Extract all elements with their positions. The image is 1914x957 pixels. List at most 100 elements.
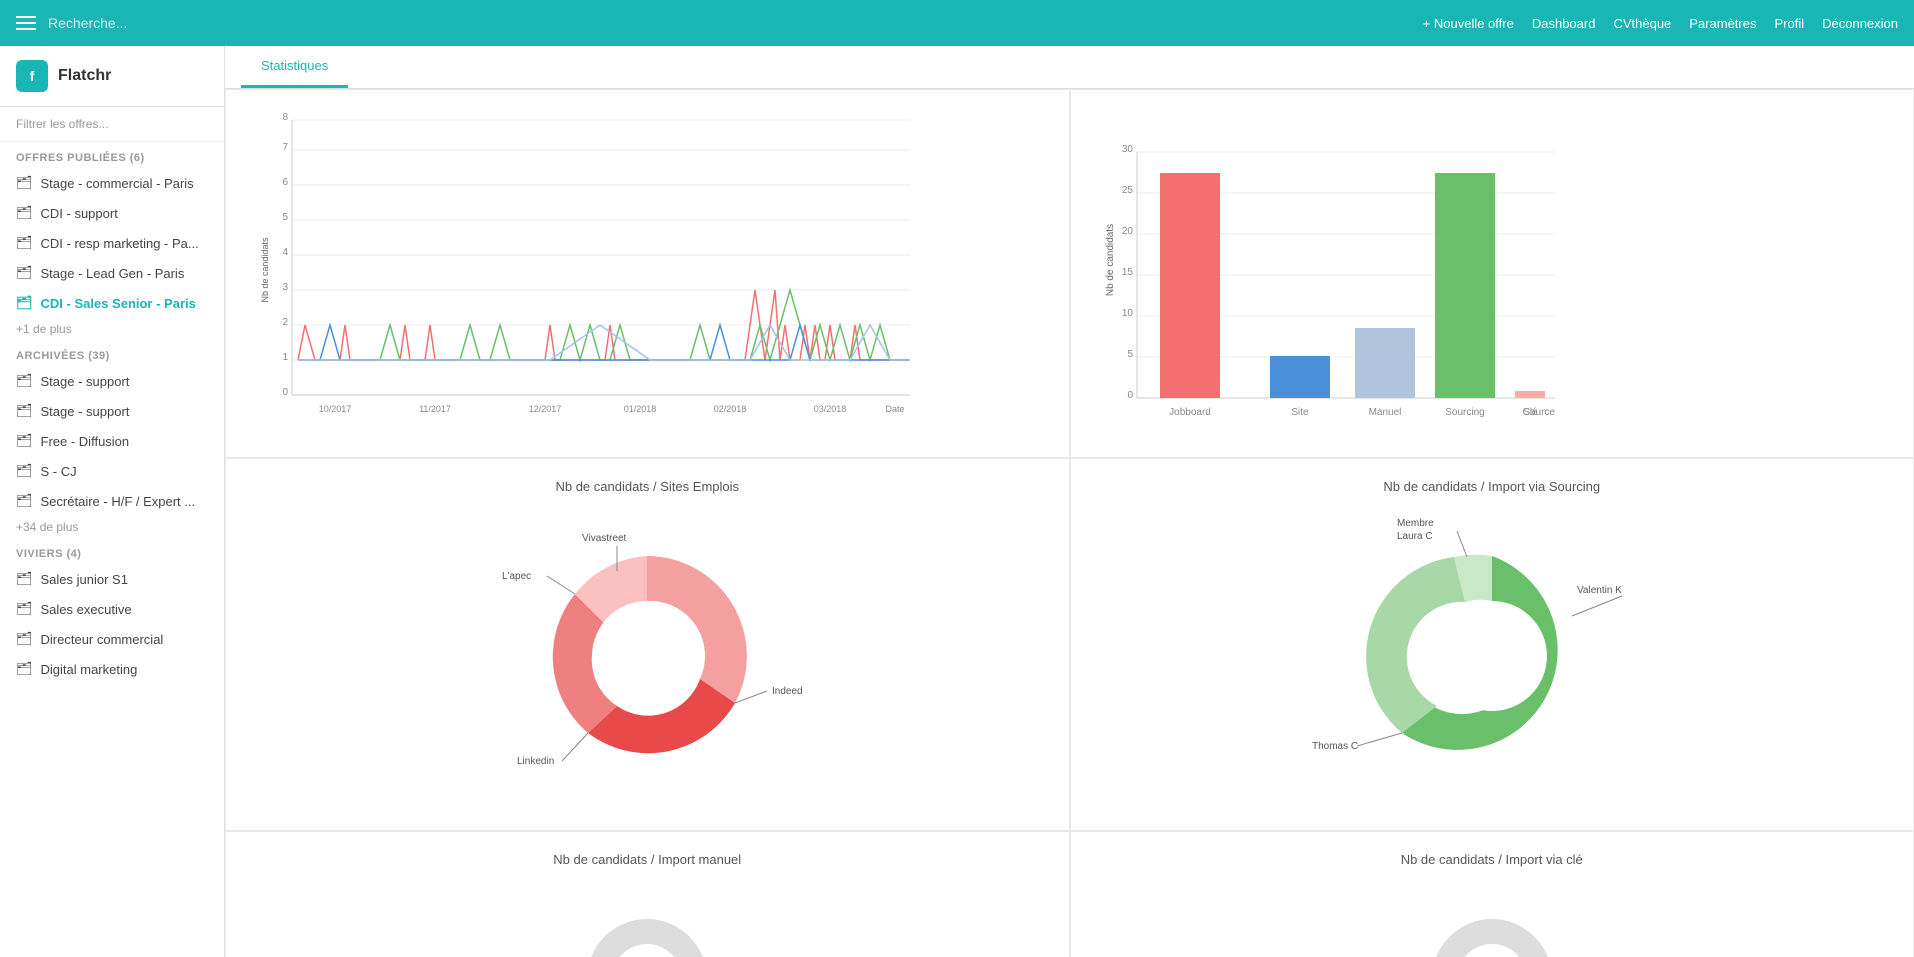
nav-profil[interactable]: Profil (1774, 16, 1804, 31)
donut-sourcing-panel: Nb de candidats / Import via Sourcing (1070, 458, 1914, 831)
nav-right: + Nouvelle offre Dashboard CVthèque Para… (1423, 16, 1898, 31)
nav-nouvelle-offre[interactable]: + Nouvelle offre (1423, 16, 1514, 31)
svg-text:Site: Site (1291, 407, 1309, 418)
svg-text:0: 0 (282, 387, 288, 398)
svg-text:Source: Source (1523, 407, 1555, 418)
svg-text:03/2018: 03/2018 (814, 404, 847, 414)
briefcase-icon-14: 🗂 (16, 661, 33, 677)
svg-text:1: 1 (282, 352, 288, 363)
briefcase-icon-11: 🗂 (16, 571, 33, 587)
svg-text:7: 7 (282, 142, 288, 153)
section-title-publiees: OFFRES PUBLIÉES (6) (0, 142, 224, 168)
nav-cvtheque[interactable]: CVthèque (1613, 16, 1671, 31)
svg-text:Thomas C: Thomas C (1312, 741, 1358, 752)
nav-deconnexion[interactable]: Déconnexion (1822, 16, 1898, 31)
briefcase-icon-12: 🗂 (16, 601, 33, 617)
donut-sourcing-svg: Valentin K Thomas C Membre Laura C (1302, 506, 1682, 806)
sidebar-item-cdi-marketing[interactable]: 🗂 CDI - resp marketing - Pa... (0, 228, 224, 258)
svg-text:6: 6 (282, 177, 288, 188)
top-navbar: Recherche... + Nouvelle offre Dashboard … (0, 0, 1914, 46)
donut-sourcing-title: Nb de candidats / Import via Sourcing (1095, 479, 1890, 494)
svg-text:20: 20 (1121, 226, 1133, 237)
hamburger-menu[interactable] (16, 16, 36, 30)
briefcase-icon-13: 🗂 (16, 631, 33, 647)
main-content: Statistiques Nb de candidats 0 1 2 3 4 5… (225, 46, 1914, 957)
briefcase-icon-4: 🗂 (16, 265, 33, 281)
briefcase-icon-5: 🗂 (16, 295, 33, 311)
sidebar-item-secretaire[interactable]: 🗂 Secrétaire - H/F / Expert ... (0, 486, 224, 516)
main-layout: f Flatchr Filtrer les offres... OFFRES P… (0, 46, 1914, 957)
donut-manuel-panel: Nb de candidats / Import manuel (225, 831, 1070, 957)
sidebar-item-s-cj[interactable]: 🗂 S - CJ (0, 456, 224, 486)
section-title-viviers: VIVIERS (4) (0, 538, 224, 564)
svg-text:Membre: Membre (1397, 518, 1434, 529)
svg-text:5: 5 (1127, 349, 1133, 360)
svg-text:L'apec: L'apec (502, 571, 531, 582)
svg-text:Nb de candidats: Nb de candidats (260, 237, 270, 303)
briefcase-icon-3: 🗂 (16, 235, 33, 251)
svg-text:5: 5 (282, 212, 288, 223)
svg-text:2: 2 (282, 317, 288, 328)
sidebar-item-stage-support-2[interactable]: 🗂 Stage - support (0, 396, 224, 426)
bar-chart-svg: Nb de candidats 0 5 10 15 20 25 30 (1095, 110, 1575, 430)
donut-sites-title: Nb de candidats / Sites Emplois (250, 479, 1045, 494)
nav-dashboard[interactable]: Dashboard (1532, 16, 1596, 31)
donut-cle-panel: Nb de candidats / Import via clé (1070, 831, 1914, 957)
line-chart-panel: Nb de candidats 0 1 2 3 4 5 6 7 8 (225, 89, 1070, 458)
briefcase-icon-6: 🗂 (16, 373, 33, 389)
sidebar-item-cdi-support[interactable]: 🗂 CDI - support (0, 198, 224, 228)
donut-manuel-svg (547, 889, 747, 957)
donut-sites-svg: Indeed Linkedin L'apec Vivastreet (487, 506, 807, 806)
sidebar-more-publiees[interactable]: +1 de plus (0, 318, 224, 340)
svg-text:Jobboard: Jobboard (1169, 407, 1211, 418)
svg-text:Date: Date (885, 404, 904, 414)
sidebar-item-stage-support-1[interactable]: 🗂 Stage - support (0, 366, 224, 396)
nav-parametres[interactable]: Paramètres (1689, 16, 1756, 31)
briefcase-icon-7: 🗂 (16, 403, 33, 419)
sidebar-item-digital-marketing[interactable]: 🗂 Digital marketing (0, 654, 224, 684)
svg-text:10: 10 (1121, 308, 1133, 319)
svg-text:30: 30 (1121, 144, 1133, 155)
svg-text:25: 25 (1121, 185, 1133, 196)
svg-text:Nb de candidats: Nb de candidats (1105, 224, 1116, 296)
sidebar-item-stage-commercial[interactable]: 🗂 Stage - commercial - Paris (0, 168, 224, 198)
svg-text:Linkedin: Linkedin (517, 756, 554, 767)
bar-chart-panel: Nb de candidats 0 5 10 15 20 25 30 (1070, 89, 1914, 458)
svg-text:15: 15 (1121, 267, 1133, 278)
sidebar-filter[interactable]: Filtrer les offres... (0, 107, 224, 142)
tab-statistiques[interactable]: Statistiques (241, 46, 348, 88)
sidebar-item-cdi-sales-senior[interactable]: 🗂 CDI - Sales Senior - Paris (0, 288, 224, 318)
briefcase-icon-10: 🗂 (16, 493, 33, 509)
charts-grid: Nb de candidats 0 1 2 3 4 5 6 7 8 (225, 89, 1914, 957)
svg-text:10/2017: 10/2017 (319, 404, 352, 414)
bar-site (1270, 356, 1330, 398)
briefcase-icon-8: 🗂 (16, 433, 33, 449)
donut-sites-panel: Nb de candidats / Sites Emplois (225, 458, 1070, 831)
svg-text:11/2017: 11/2017 (419, 404, 451, 414)
sidebar-item-sales-executive[interactable]: 🗂 Sales executive (0, 594, 224, 624)
sidebar-item-stage-leadgen[interactable]: 🗂 Stage - Lead Gen - Paris (0, 258, 224, 288)
sidebar-item-directeur-commercial[interactable]: 🗂 Directeur commercial (0, 624, 224, 654)
donut-manuel-title: Nb de candidats / Import manuel (250, 852, 1045, 867)
sidebar-more-archivees[interactable]: +34 de plus (0, 516, 224, 538)
donut-inner-circle (592, 601, 702, 711)
bar-cle (1515, 391, 1545, 398)
svg-text:Sourcing: Sourcing (1445, 407, 1484, 418)
sidebar-item-free-diffusion[interactable]: 🗂 Free - Diffusion (0, 426, 224, 456)
briefcase-icon-2: 🗂 (16, 205, 33, 221)
donut-sourcing-inner (1437, 601, 1547, 711)
company-name: Flatchr (58, 67, 111, 85)
svg-text:Laura C: Laura C (1397, 531, 1433, 542)
svg-text:3: 3 (282, 282, 288, 293)
nav-search-placeholder[interactable]: Recherche... (48, 15, 127, 31)
logo-icon: f (16, 60, 48, 92)
sidebar-item-sales-junior[interactable]: 🗂 Sales junior S1 (0, 564, 224, 594)
svg-text:Manuel: Manuel (1368, 407, 1401, 418)
section-title-archivees: ARCHIVÉES (39) (0, 340, 224, 366)
briefcase-icon: 🗂 (16, 175, 33, 191)
donut-cle-title: Nb de candidats / Import via clé (1095, 852, 1890, 867)
svg-text:4: 4 (282, 247, 288, 258)
nav-left: Recherche... (16, 15, 127, 31)
briefcase-icon-9: 🗂 (16, 463, 33, 479)
svg-text:0: 0 (1127, 390, 1133, 401)
